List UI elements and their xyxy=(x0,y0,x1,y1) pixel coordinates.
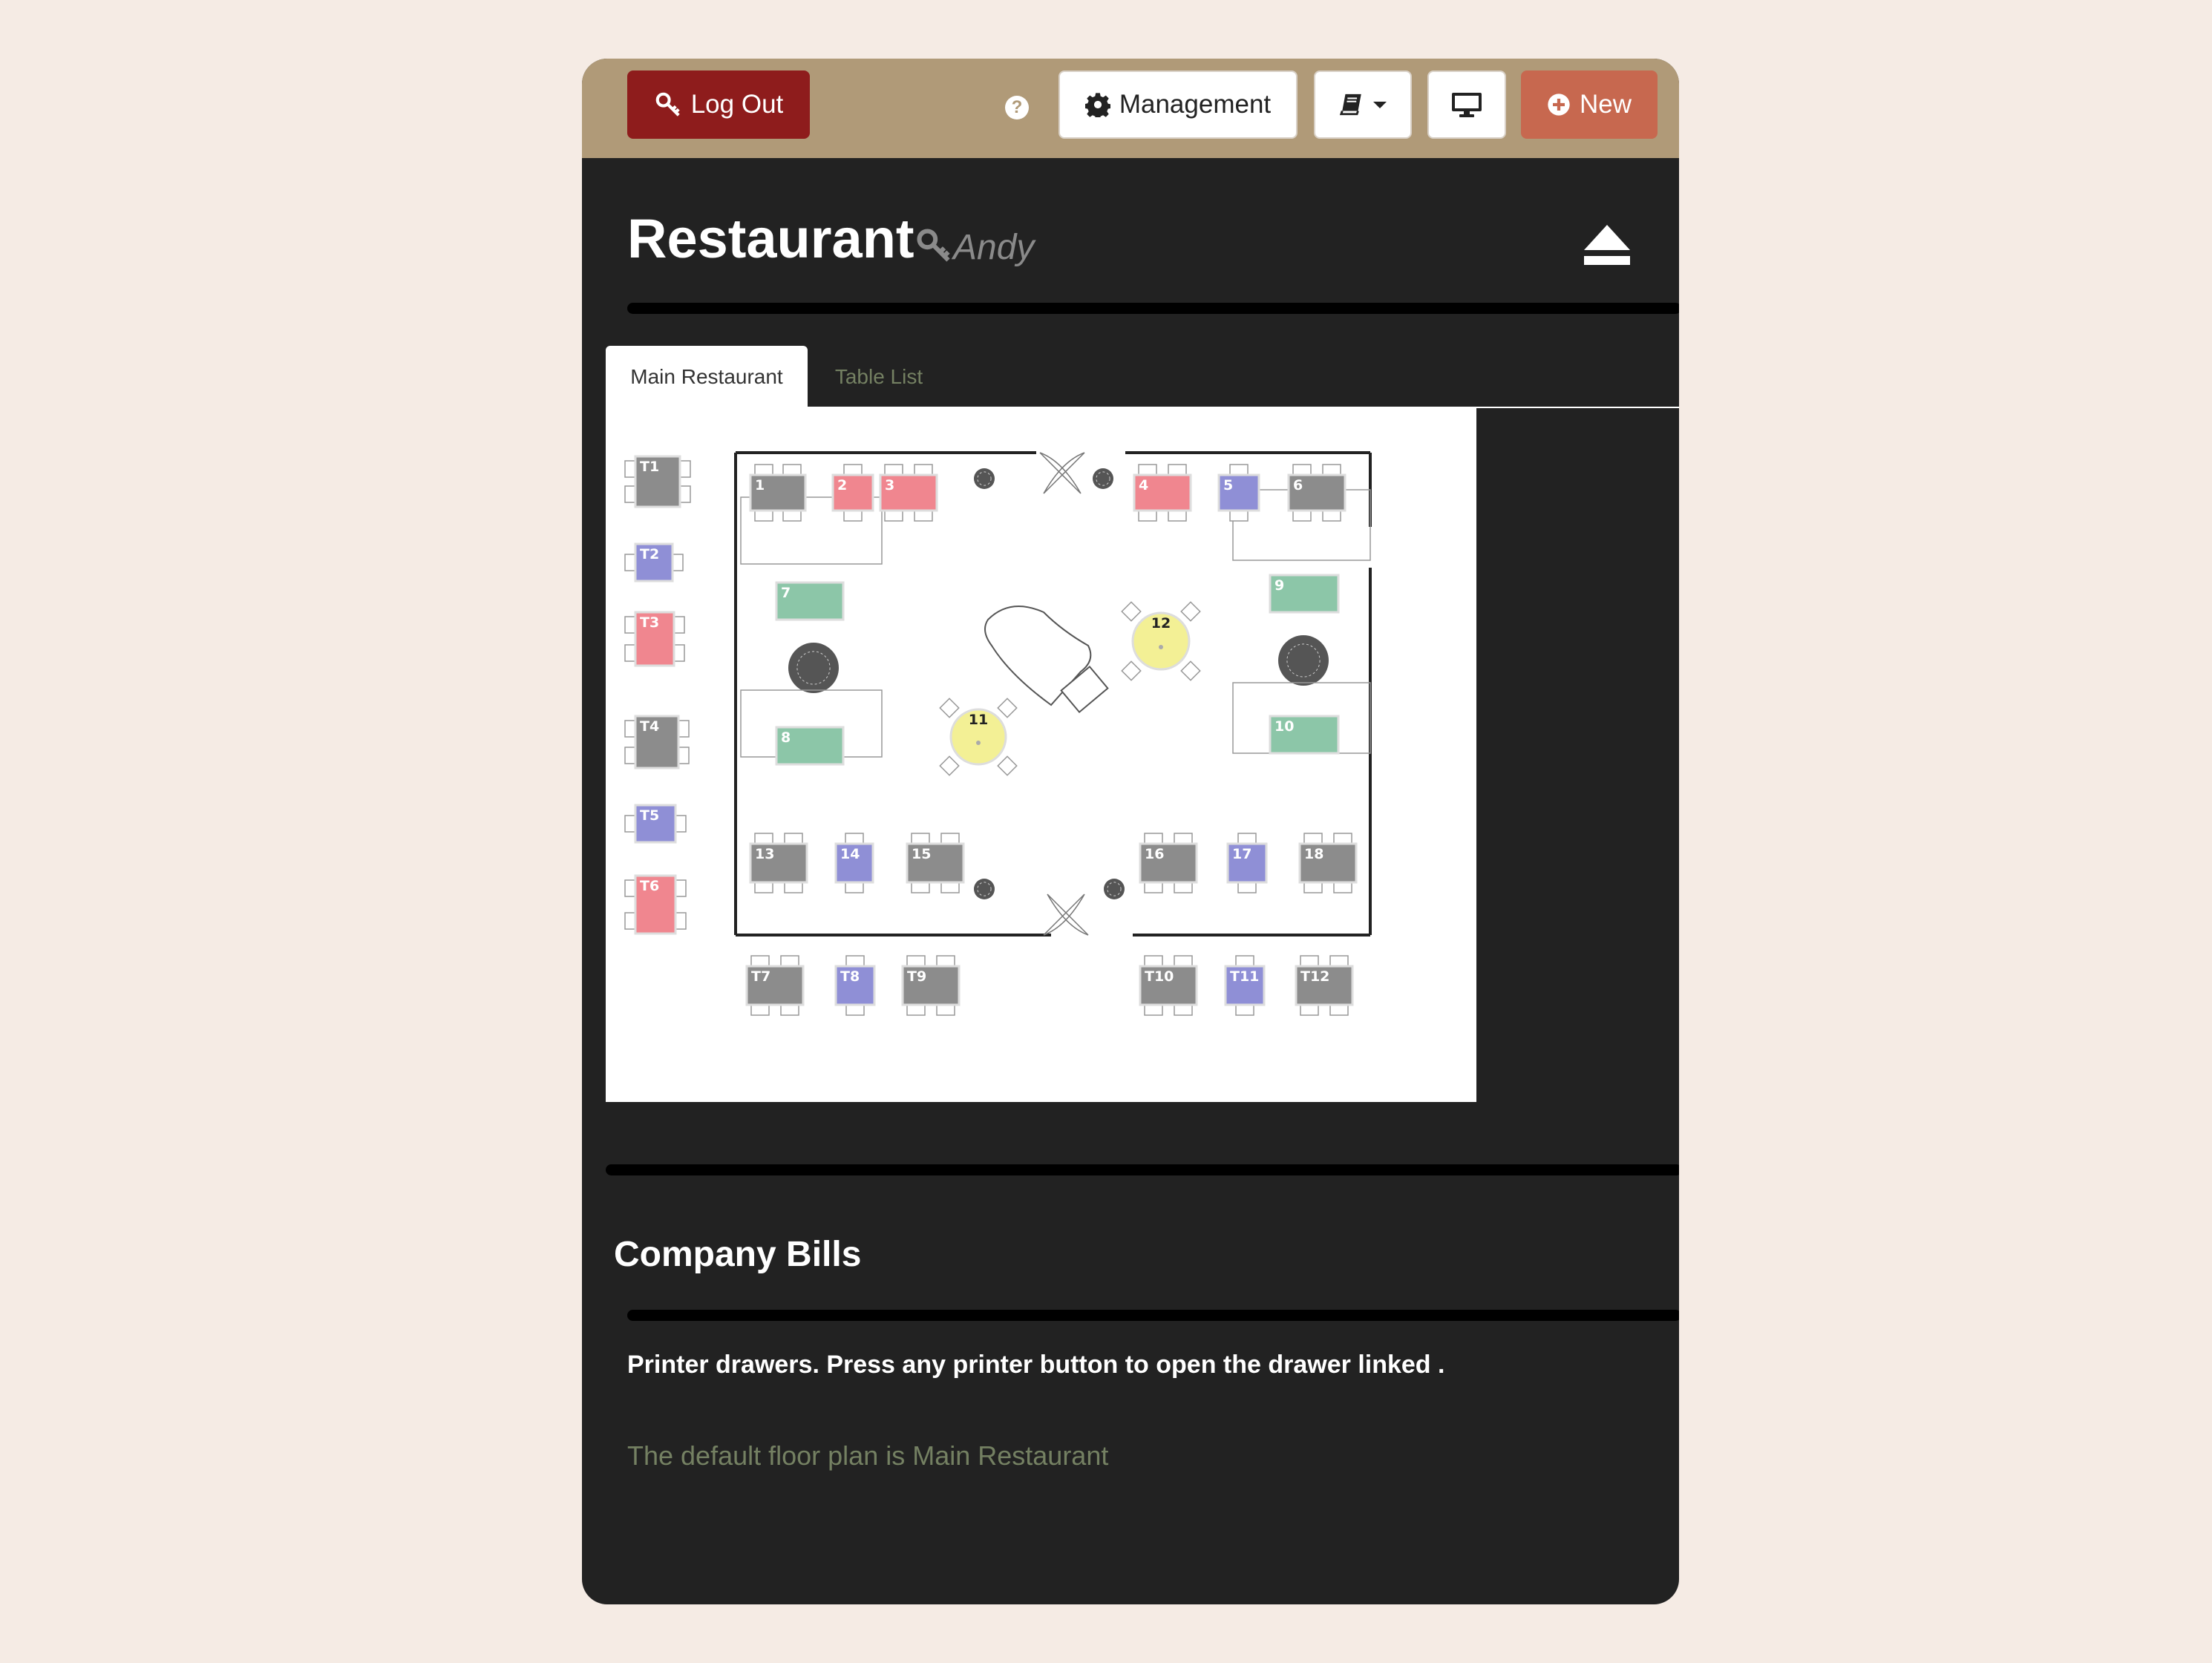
table-2[interactable]: 2 xyxy=(831,464,874,522)
piano-icon xyxy=(984,606,1109,714)
plant-icon xyxy=(1278,635,1329,686)
table-1-label: 1 xyxy=(755,477,765,493)
plus-circle-icon xyxy=(1547,93,1571,117)
table-15[interactable]: 15 xyxy=(906,833,965,893)
section-divider xyxy=(606,1164,1679,1175)
table-17[interactable]: 17 xyxy=(1226,833,1268,893)
table-14-label: 14 xyxy=(840,846,860,862)
plant-icon xyxy=(788,643,839,693)
company-bills-title: Company Bills xyxy=(614,1235,862,1274)
table-t11[interactable]: T11 xyxy=(1224,955,1266,1016)
default-floor-plan-text: The default floor plan is Main Restauran… xyxy=(627,1440,1109,1471)
table-t4[interactable]: T4 xyxy=(624,715,690,770)
management-button[interactable]: Management xyxy=(1058,70,1298,139)
logout-label: Log Out xyxy=(690,90,784,119)
plant-icon xyxy=(1104,879,1125,899)
table-13-label: 13 xyxy=(755,846,774,862)
top-toolbar: Log Out ? Management New xyxy=(582,59,1679,158)
books-dropdown-button[interactable] xyxy=(1314,70,1412,139)
table-7-label: 7 xyxy=(781,585,791,601)
gear-icon xyxy=(1084,92,1110,117)
table-9-label: 9 xyxy=(1274,577,1284,594)
key-icon xyxy=(654,91,682,119)
table-5[interactable]: 5 xyxy=(1217,464,1260,522)
header-divider xyxy=(627,303,1679,314)
table-3[interactable]: 3 xyxy=(879,464,938,522)
table-t1-label: T1 xyxy=(640,459,659,475)
monitor-icon xyxy=(1450,91,1483,118)
table-4-label: 4 xyxy=(1139,477,1148,493)
table-10-label: 10 xyxy=(1274,718,1294,735)
table-t8-label: T8 xyxy=(840,968,860,985)
new-label: New xyxy=(1579,90,1632,119)
table-8-label: 8 xyxy=(781,729,791,746)
table-16-label: 16 xyxy=(1145,846,1164,862)
app-window: Log Out ? Management New Restaurant Andy… xyxy=(582,59,1679,1604)
page-title: Restaurant xyxy=(627,208,914,269)
table-t12-label: T12 xyxy=(1300,968,1329,985)
table-t5[interactable]: T5 xyxy=(624,804,687,844)
table-13[interactable]: 13 xyxy=(749,833,808,893)
table-10[interactable]: 10 xyxy=(1269,715,1340,755)
table-6-label: 6 xyxy=(1293,477,1303,493)
table-t5-label: T5 xyxy=(640,807,659,824)
chevron-down-icon xyxy=(1373,100,1387,109)
table-t3-label: T3 xyxy=(640,614,659,631)
table-11-label: 11 xyxy=(969,712,988,728)
table-6[interactable]: 6 xyxy=(1287,464,1346,522)
table-2-label: 2 xyxy=(837,477,847,493)
table-11[interactable]: 11 xyxy=(939,698,1018,776)
table-t9-label: T9 xyxy=(907,968,926,985)
table-t2[interactable]: T2 xyxy=(624,542,684,583)
management-label: Management xyxy=(1119,90,1272,119)
table-t9[interactable]: T9 xyxy=(901,955,961,1016)
table-12-label: 12 xyxy=(1151,615,1171,632)
logged-in-user: Andy xyxy=(914,226,1034,269)
table-7[interactable]: 7 xyxy=(775,581,845,621)
table-t11-label: T11 xyxy=(1230,968,1259,985)
bills-divider xyxy=(627,1310,1679,1321)
table-t10-label: T10 xyxy=(1145,968,1174,985)
floor-plan: T1 T2 T3 T4 T5 T6 1 2 3 4 5 6 7 8 9 10 11 12 13 14 15 16 17 18 T… xyxy=(606,408,1476,1102)
table-17-label: 17 xyxy=(1232,846,1251,862)
table-t6[interactable]: T6 xyxy=(624,874,687,935)
table-t12[interactable]: T12 xyxy=(1295,955,1354,1016)
plant-icon xyxy=(1093,468,1113,489)
table-1[interactable]: 1 xyxy=(749,464,807,522)
new-button[interactable]: New xyxy=(1521,70,1658,139)
table-t7-label: T7 xyxy=(751,968,770,985)
logout-button[interactable]: Log Out xyxy=(627,70,810,139)
key-icon xyxy=(914,226,953,269)
table-18-label: 18 xyxy=(1304,846,1323,862)
table-t6-label: T6 xyxy=(640,878,659,894)
table-5-label: 5 xyxy=(1223,477,1233,493)
table-18[interactable]: 18 xyxy=(1298,833,1358,893)
eject-icon[interactable] xyxy=(1583,223,1632,270)
table-14[interactable]: 14 xyxy=(834,833,874,893)
table-t3[interactable]: T3 xyxy=(624,611,685,667)
table-8[interactable]: 8 xyxy=(775,726,845,766)
table-t2-label: T2 xyxy=(640,546,659,562)
table-4[interactable]: 4 xyxy=(1133,464,1192,522)
table-t7[interactable]: T7 xyxy=(745,955,805,1016)
table-t4-label: T4 xyxy=(640,718,659,735)
printer-drawers-note: Printer drawers. Press any printer butto… xyxy=(627,1351,1445,1379)
tab-table-list[interactable]: Table List xyxy=(819,346,938,408)
user-name: Andy xyxy=(953,228,1035,267)
table-12[interactable]: 12 xyxy=(1121,601,1201,681)
table-t1[interactable]: T1 xyxy=(624,455,691,508)
help-icon[interactable]: ? xyxy=(1005,96,1029,119)
table-t10[interactable]: T10 xyxy=(1139,955,1198,1016)
display-button[interactable] xyxy=(1427,70,1506,139)
plant-icon xyxy=(974,468,995,489)
table-9[interactable]: 9 xyxy=(1269,574,1340,614)
table-15-label: 15 xyxy=(912,846,931,862)
table-t8[interactable]: T8 xyxy=(834,955,876,1016)
table-3-label: 3 xyxy=(885,477,894,493)
tab-main-restaurant[interactable]: Main Restaurant xyxy=(606,346,808,408)
table-16[interactable]: 16 xyxy=(1139,833,1198,893)
book-icon xyxy=(1339,93,1364,117)
plant-icon xyxy=(974,879,995,899)
